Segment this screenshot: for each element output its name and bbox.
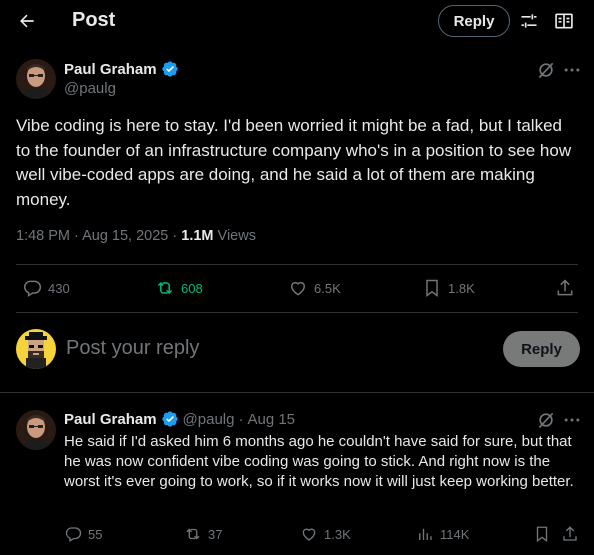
- verified-badge-icon: [161, 410, 179, 428]
- reply-count: 55: [88, 526, 103, 542]
- reply-icon: [64, 525, 82, 543]
- more-icon[interactable]: [562, 410, 582, 430]
- repost-icon: [155, 278, 175, 298]
- share-action[interactable]: [561, 525, 579, 543]
- adjust-sliders-icon[interactable]: [518, 10, 540, 32]
- repost-icon: [184, 525, 202, 543]
- share-action[interactable]: [555, 278, 575, 298]
- tweet-text: Vibe coding is here to stay. I'd been wo…: [16, 116, 572, 209]
- bookmark-action[interactable]: [533, 525, 551, 543]
- reply-header: Paul Graham @paulg · Aug 15: [64, 410, 295, 428]
- like-count: 1.3K: [324, 526, 351, 542]
- like-count: 6.5K: [314, 280, 341, 296]
- views-count: 1.1M: [181, 228, 214, 244]
- reply-action[interactable]: 430: [22, 278, 70, 298]
- repost-count: 37: [208, 526, 223, 542]
- more-icon[interactable]: [562, 60, 582, 80]
- like-action[interactable]: 6.5K: [288, 278, 341, 298]
- repost-action[interactable]: 37: [184, 525, 222, 543]
- like-icon: [300, 525, 318, 543]
- views-action[interactable]: 114K: [416, 525, 469, 543]
- user-avatar[interactable]: [16, 329, 56, 369]
- separator-dot: ·: [238, 410, 244, 428]
- divider: [0, 392, 594, 393]
- reply-action[interactable]: 55: [64, 525, 102, 543]
- like-icon: [288, 278, 308, 298]
- grok-icon[interactable]: [536, 60, 556, 80]
- divider: [16, 264, 578, 265]
- reply-avatar[interactable]: [16, 410, 56, 450]
- author-name-text: Paul Graham: [64, 60, 157, 78]
- top-bar: Post Reply: [0, 0, 594, 42]
- reply-input[interactable]: Post your reply: [66, 337, 199, 360]
- grok-icon[interactable]: [536, 410, 556, 430]
- views-icon: [416, 525, 434, 543]
- bookmark-action[interactable]: 1.8K: [422, 278, 475, 298]
- reply-text: He said if I'd asked him 6 months ago he…: [64, 433, 574, 491]
- share-icon: [555, 278, 575, 298]
- back-arrow-icon[interactable]: [12, 6, 42, 36]
- reply-date[interactable]: Aug 15: [247, 411, 295, 428]
- header-reply-button[interactable]: Reply: [438, 5, 510, 37]
- share-icon: [561, 525, 579, 543]
- bookmark-icon: [422, 278, 442, 298]
- like-action[interactable]: 1.3K: [300, 525, 351, 543]
- author-handle[interactable]: @paulg: [64, 80, 116, 97]
- reply-icon: [22, 278, 42, 298]
- author-name[interactable]: Paul Graham: [64, 60, 179, 78]
- avatar[interactable]: [16, 59, 56, 99]
- bookmark-count: 1.8K: [448, 280, 475, 296]
- repost-count: 608: [181, 280, 203, 296]
- views-count: 114K: [440, 526, 470, 542]
- tweet-meta: 1:48 PM · Aug 15, 2025 · 1.1M Views: [16, 228, 256, 244]
- reader-icon[interactable]: [553, 10, 575, 32]
- reply-count: 430: [48, 280, 70, 296]
- divider: [16, 312, 578, 313]
- verified-badge-icon: [161, 60, 179, 78]
- tweet-time[interactable]: 1:48 PM · Aug 15, 2025 ·: [16, 228, 181, 244]
- reply-author-name[interactable]: Paul Graham: [64, 411, 157, 428]
- views-label: Views: [213, 228, 256, 244]
- page-title: Post: [72, 9, 116, 31]
- repost-action[interactable]: 608: [155, 278, 203, 298]
- bookmark-icon: [533, 525, 551, 543]
- reply-handle[interactable]: @paulg: [183, 411, 235, 428]
- compose-reply-button[interactable]: Reply: [503, 331, 580, 367]
